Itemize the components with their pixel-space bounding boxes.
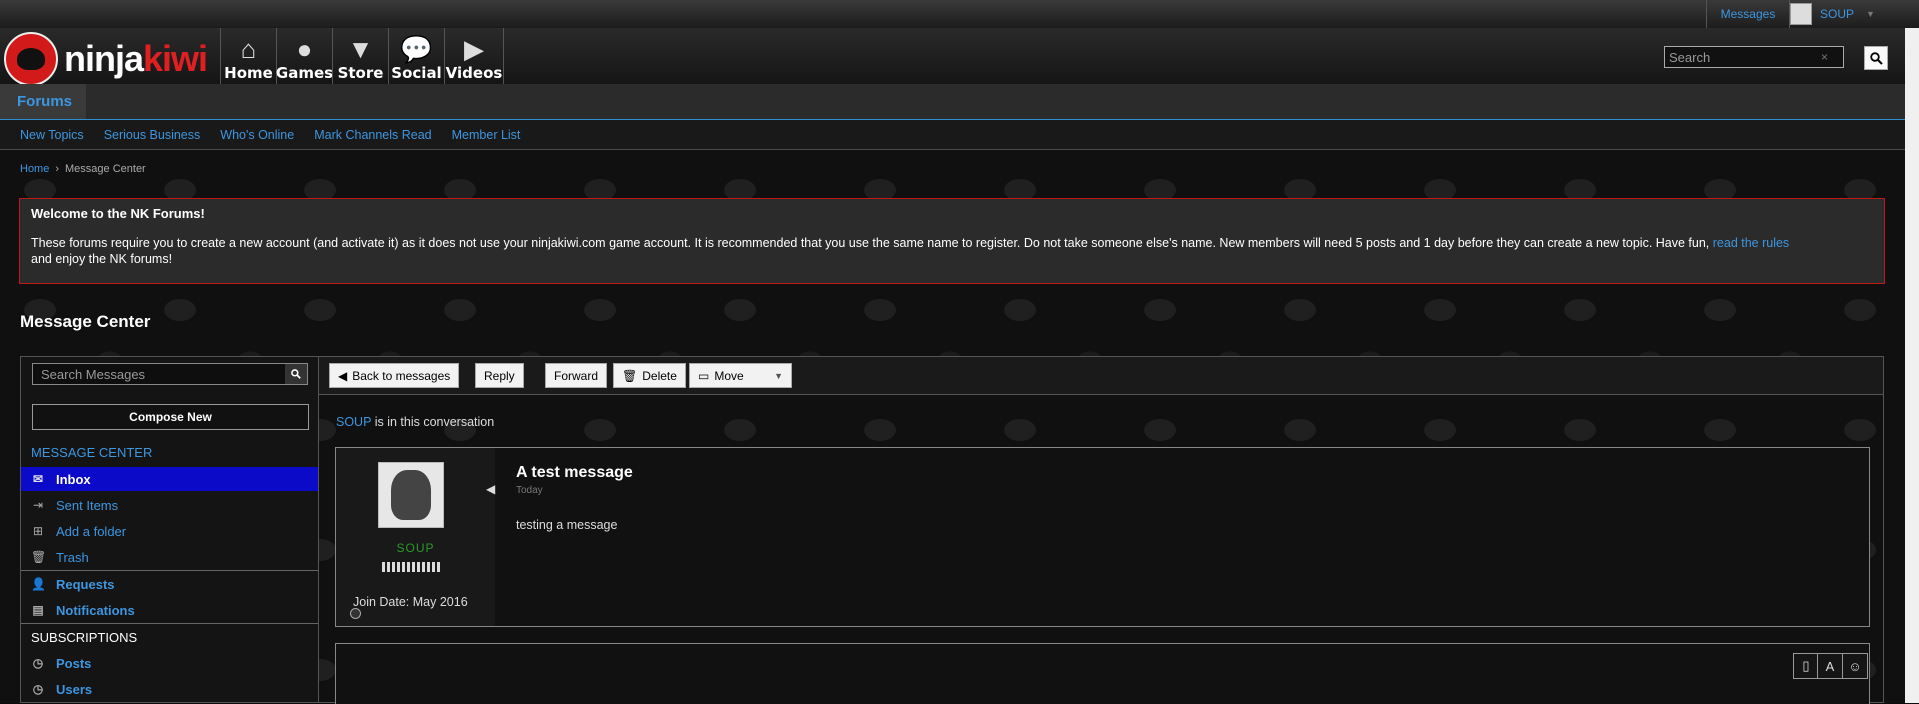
move-button[interactable]: ▭ Move ▼ <box>689 363 792 388</box>
main-nav: ⌂ Home ● Games ▼ Store 💬 Social ▶ Videos <box>220 28 504 84</box>
chevron-down-icon: ▼ <box>774 370 783 381</box>
forward-button[interactable]: Forward <box>545 363 608 388</box>
search-icon <box>291 369 301 379</box>
folder-icon: ▭ <box>698 368 710 383</box>
conversation-participants: SOUP is in this conversation <box>336 415 495 429</box>
chevron-right-icon: › <box>55 163 60 175</box>
clock-icon: ◷ <box>32 656 44 670</box>
clock-icon: ◷ <box>32 682 44 696</box>
nav-games[interactable]: ● Games <box>276 28 333 84</box>
sidebar-item-sent-items[interactable]: ⇥ Sent Items <box>21 493 318 517</box>
sidebar-item-add-folder[interactable]: ⊞ Add a folder <box>21 519 318 543</box>
nav-home[interactable]: ⌂ Home <box>220 28 276 84</box>
document-icon: ▤ <box>32 603 44 617</box>
message-item: SOUP Join Date: May 2016 ◀ A test messag… <box>335 447 1870 627</box>
top-bar: Messages SOUP ▼ <box>0 0 1919 29</box>
back-to-messages-button[interactable]: ◀ Back to messages <box>329 363 460 388</box>
message-panel: ◀ Back to messages Reply Forward 🗑 Delet… <box>319 356 1884 704</box>
nav-social[interactable]: 💬 Social <box>388 28 444 84</box>
author-username[interactable]: SOUP <box>336 541 495 555</box>
search-icon <box>1869 51 1883 65</box>
sidebar-item-requests[interactable]: 👤 Requests <box>21 572 318 596</box>
user-icon: 👤 <box>31 577 46 591</box>
search-messages-input[interactable] <box>33 365 283 383</box>
messages-link[interactable]: Messages <box>1706 0 1790 28</box>
reputation-bar <box>382 562 440 572</box>
sidebar-item-trash[interactable]: 🗑 Trash <box>21 545 318 569</box>
read-rules-link[interactable]: read the rules <box>1713 236 1789 250</box>
sidebar-item-posts[interactable]: ◷ Posts <box>21 651 318 675</box>
sent-icon: ⇥ <box>32 498 44 512</box>
caret-down-icon: ▼ <box>1866 9 1875 19</box>
ninja-logo-icon <box>4 32 58 86</box>
site-search: × <box>1664 46 1844 68</box>
user-menu[interactable]: SOUP ▼ <box>1790 0 1875 28</box>
trash-icon: 🗑 <box>622 368 638 383</box>
page-title: Message Center <box>20 312 151 331</box>
participant-link[interactable]: SOUP <box>336 415 371 429</box>
chat-icon: 💬 <box>400 34 433 64</box>
site-header: ninjakiwi ⌂ Home ● Games ▼ Store 💬 Socia… <box>0 28 1919 86</box>
author-panel: SOUP Join Date: May 2016 <box>336 448 495 626</box>
subnav-member-list[interactable]: Member List <box>452 128 521 142</box>
notice-title: Welcome to the NK Forums! <box>31 206 205 221</box>
tab-forums[interactable]: Forums <box>0 84 86 119</box>
compose-new-button[interactable]: Compose New <box>32 404 309 430</box>
font-icon[interactable]: A <box>1817 653 1843 679</box>
message-toolbar: ◀ Back to messages Reply Forward 🗑 Delet… <box>319 357 1883 395</box>
balloon-icon: ● <box>296 34 313 64</box>
user-avatar <box>1790 3 1812 25</box>
clear-icon[interactable]: × <box>1821 50 1828 64</box>
join-date: Join Date: May 2016 <box>353 595 468 609</box>
search-messages-button[interactable] <box>285 364 307 384</box>
subnav-serious-business[interactable]: Serious Business <box>104 128 201 142</box>
subnav-mark-channels-read[interactable]: Mark Channels Read <box>314 128 431 142</box>
ninjakiwi-logo[interactable]: ninjakiwi <box>4 32 208 86</box>
caret-left-icon: ◀ <box>338 368 348 383</box>
sidebar-item-inbox[interactable]: ✉ Inbox <box>21 467 318 491</box>
sidebar-item-users[interactable]: ◷ Users <box>21 677 318 701</box>
message-center-heading: MESSAGE CENTER <box>31 445 153 460</box>
trash-icon: 🗑 <box>31 550 47 564</box>
shirt-icon: ▼ <box>347 34 374 64</box>
avatar[interactable] <box>378 462 444 528</box>
welcome-notice: Welcome to the NK Forums! These forums r… <box>19 198 1885 284</box>
nav-videos[interactable]: ▶ Videos <box>444 28 504 84</box>
site-search-input[interactable] <box>1665 48 1811 66</box>
inbox-icon: ✉ <box>32 472 44 486</box>
delete-button[interactable]: 🗑 Delete <box>613 363 686 388</box>
breadcrumb: Home › Message Center <box>20 163 146 175</box>
sidebar-item-notifications[interactable]: ▤ Notifications <box>21 598 318 622</box>
breadcrumb-home[interactable]: Home <box>20 163 49 175</box>
add-folder-icon: ⊞ <box>32 524 44 538</box>
message-sidebar: Compose New MESSAGE CENTER ✉ Inbox ⇥ Sen… <box>20 356 319 703</box>
tab-bar: Forums <box>0 84 1919 120</box>
smiley-icon[interactable]: ☺ <box>1842 653 1868 679</box>
pointer-arrow-icon: ◀ <box>486 482 496 496</box>
nav-store[interactable]: ▼ Store <box>332 28 388 84</box>
message-date: Today <box>516 485 543 496</box>
search-messages-box <box>32 363 308 385</box>
reply-editor: ▯ A ☺ <box>335 643 1870 704</box>
message-title: A test message <box>516 464 633 481</box>
scrollbar[interactable] <box>1905 28 1919 703</box>
play-icon: ▶ <box>464 34 484 64</box>
paste-icon[interactable]: ▯ <box>1793 653 1819 679</box>
forum-subnav: New Topics Serious Business Who's Online… <box>0 120 1919 150</box>
notice-text: These forums require you to create a new… <box>31 236 1790 266</box>
divider <box>21 570 318 571</box>
divider <box>21 623 318 624</box>
breadcrumb-current: Message Center <box>65 163 146 175</box>
message-body: testing a message <box>516 518 618 532</box>
subnav-new-topics[interactable]: New Topics <box>20 128 84 142</box>
online-status-icon <box>350 608 361 619</box>
subscriptions-heading: SUBSCRIPTIONS <box>31 630 138 645</box>
subnav-whos-online[interactable]: Who's Online <box>220 128 294 142</box>
home-icon: ⌂ <box>240 34 257 64</box>
search-button[interactable] <box>1864 46 1888 70</box>
reply-button[interactable]: Reply <box>475 363 524 388</box>
username-label: SOUP <box>1820 7 1855 21</box>
